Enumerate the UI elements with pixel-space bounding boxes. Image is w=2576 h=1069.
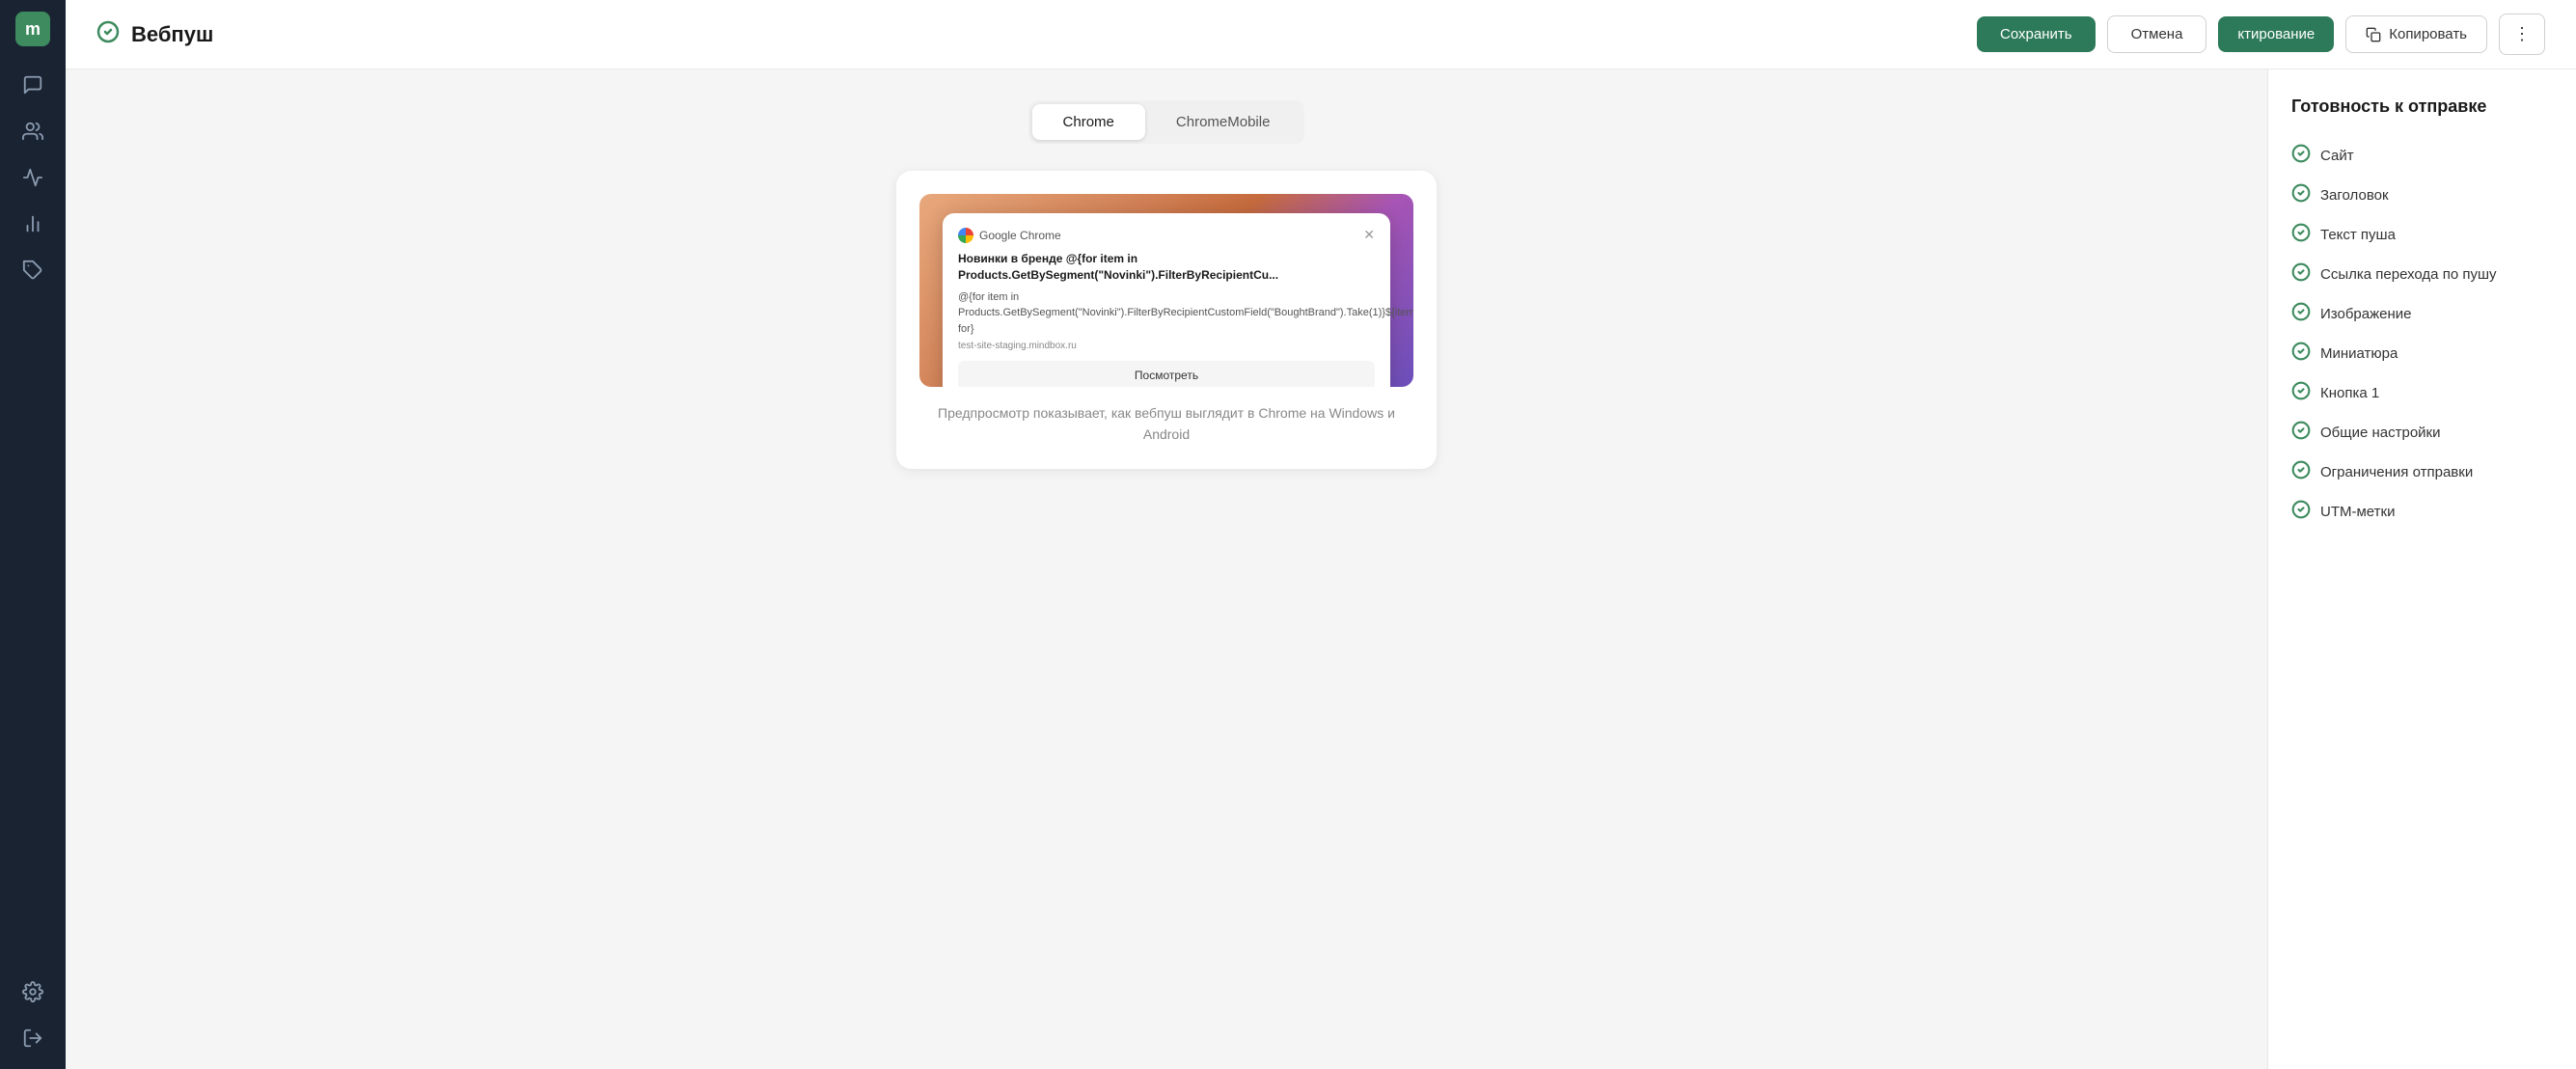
- notification-action-button[interactable]: Посмотреть: [958, 361, 1375, 387]
- tabs-container: Chrome ChromeMobile: [1028, 100, 1305, 144]
- check-icon-thumbnail: [2291, 342, 2311, 366]
- content-area: Chrome ChromeMobile Google Chrome ✕: [66, 69, 2576, 1069]
- copy-button[interactable]: Копировать: [2345, 15, 2487, 53]
- readiness-item-title: Заголовок: [2291, 176, 2553, 215]
- logout-icon[interactable]: [14, 1019, 52, 1057]
- header-check-icon: [96, 20, 120, 49]
- readiness-item-text: Текст пуша: [2291, 215, 2553, 255]
- puzzle-icon[interactable]: [14, 251, 52, 289]
- chrome-circle-icon: [958, 228, 973, 243]
- check-icon-link: [2291, 262, 2311, 287]
- app-logo[interactable]: m: [15, 12, 50, 46]
- tab-chrome[interactable]: Chrome: [1032, 104, 1145, 140]
- editing-button[interactable]: ктирование: [2218, 16, 2334, 52]
- settings-icon[interactable]: [14, 973, 52, 1011]
- megaphone-icon[interactable]: [14, 158, 52, 197]
- readiness-item-image: Изображение: [2291, 294, 2553, 334]
- check-icon-text: [2291, 223, 2311, 247]
- header-left: Вебпуш: [96, 20, 213, 49]
- readiness-item-link: Ссылка перехода по пушу: [2291, 255, 2553, 294]
- readiness-item-thumbnail: Миниатюра: [2291, 334, 2553, 373]
- check-icon-site: [2291, 144, 2311, 168]
- save-button[interactable]: Сохранить: [1977, 16, 2096, 52]
- page-title: Вебпуш: [131, 22, 213, 47]
- preview-card: Google Chrome ✕ Новинки в бренде @{for i…: [896, 171, 1437, 469]
- check-icon-image: [2291, 302, 2311, 326]
- copy-icon: [2366, 27, 2381, 42]
- notification-title: Новинки в бренде @{for item in Products.…: [958, 251, 1375, 284]
- preview-panel: Chrome ChromeMobile Google Chrome ✕: [66, 69, 2267, 1069]
- readiness-item-limits: Ограничения отправки: [2291, 452, 2553, 492]
- readiness-title: Готовность к отправке: [2291, 96, 2553, 117]
- notification-header: Google Chrome ✕: [958, 227, 1375, 243]
- notification-popup: Google Chrome ✕ Новинки в бренде @{for i…: [943, 213, 1390, 387]
- check-icon-limits: [2291, 460, 2311, 484]
- users-icon[interactable]: [14, 112, 52, 151]
- main-content: Вебпуш Сохранить Отмена ктирование Копир…: [66, 0, 2576, 1069]
- notification-body: @{for item in Products.GetBySegment("Nov…: [958, 289, 1375, 338]
- notification-image: Google Chrome ✕ Новинки в бренде @{for i…: [919, 194, 1413, 387]
- header: Вебпуш Сохранить Отмена ктирование Копир…: [66, 0, 2576, 69]
- more-button[interactable]: ⋮: [2499, 14, 2545, 55]
- tab-chrome-mobile[interactable]: ChromeMobile: [1145, 104, 1302, 140]
- chart-icon[interactable]: [14, 205, 52, 243]
- chrome-logo: Google Chrome: [958, 228, 1061, 243]
- notification-close-icon[interactable]: ✕: [1363, 227, 1375, 243]
- chat-icon[interactable]: [14, 66, 52, 104]
- readiness-item-utm: UTM-метки: [2291, 492, 2553, 532]
- readiness-item-button1: Кнопка 1: [2291, 373, 2553, 413]
- check-icon-utm: [2291, 500, 2311, 524]
- readiness-item-site: Сайт: [2291, 136, 2553, 176]
- notification-url: test-site-staging.mindbox.ru: [958, 341, 1375, 351]
- readiness-item-general: Общие настройки: [2291, 413, 2553, 452]
- cancel-button[interactable]: Отмена: [2107, 15, 2207, 53]
- preview-caption: Предпросмотр показывает, как вебпуш выгл…: [919, 402, 1413, 446]
- check-icon-button1: [2291, 381, 2311, 405]
- right-panel: Готовность к отправке Сайт Заголовок: [2267, 69, 2576, 1069]
- sidebar: m: [0, 0, 66, 1069]
- check-icon-general: [2291, 421, 2311, 445]
- header-actions: Сохранить Отмена ктирование Копировать ⋮: [1977, 14, 2545, 55]
- check-icon-title: [2291, 183, 2311, 207]
